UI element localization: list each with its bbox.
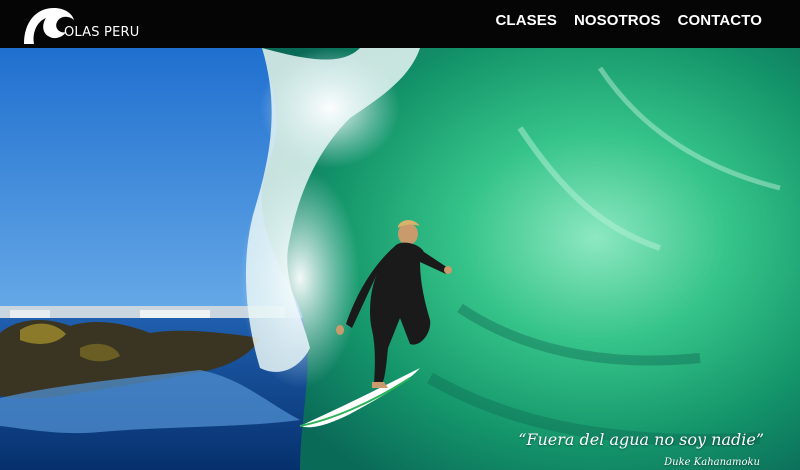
hero-quote: “Fuera del agua no soy nadie” Duke Kahan… — [518, 430, 764, 468]
quote-author: Duke Kahanamoku — [664, 457, 760, 468]
surfer-in-wave-barrel-photo — [0, 48, 800, 470]
nav-item-clases[interactable]: CLASES — [496, 12, 557, 29]
site-header: OLAS PERU CLASES NOSOTROS CONTACTO — [0, 0, 800, 48]
quote-text: “Fuera del agua no soy nadie” — [518, 430, 764, 449]
main-nav: CLASES NOSOTROS CONTACTO — [496, 12, 763, 29]
brand-name: OLAS PERU — [64, 25, 140, 40]
brand-logo[interactable]: OLAS PERU — [22, 4, 139, 46]
nav-item-contacto[interactable]: CONTACTO — [678, 12, 762, 29]
hero-banner: “Fuera del agua no soy nadie” Duke Kahan… — [0, 48, 800, 470]
nav-item-nosotros[interactable]: NOSOTROS — [574, 12, 661, 29]
